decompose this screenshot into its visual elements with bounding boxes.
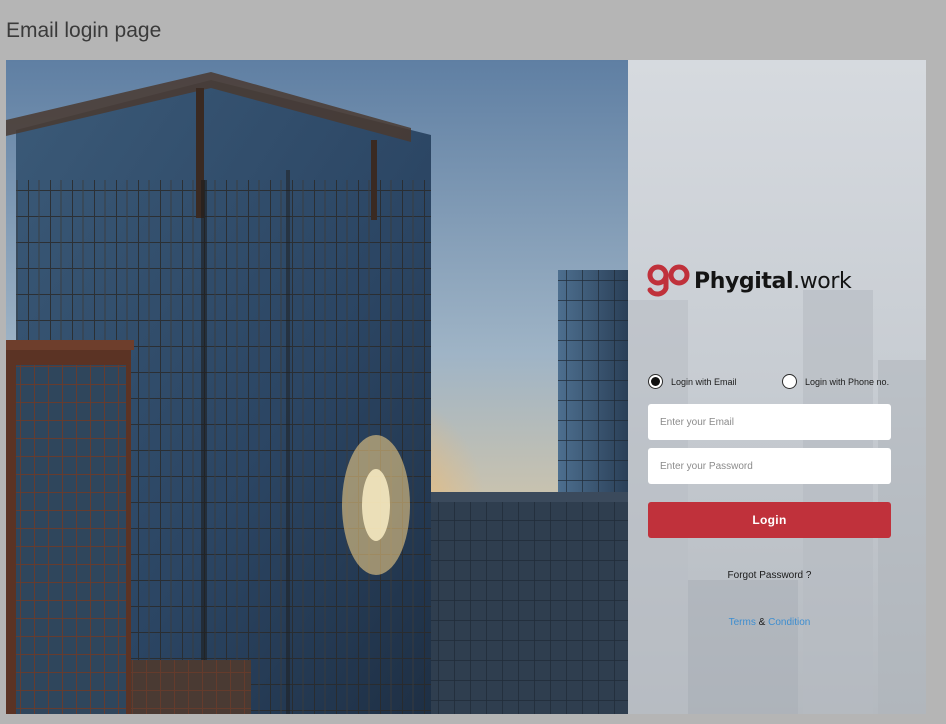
terms-link[interactable]: Terms xyxy=(729,617,756,628)
brand-name-strong: Phygital xyxy=(694,268,794,294)
radio-login-phone[interactable]: Login with Phone no. xyxy=(782,374,889,389)
forgot-password-link[interactable]: Forgot Password ? xyxy=(648,570,891,581)
hero-building-image xyxy=(6,60,628,714)
login-screen: Phygital.work Login with Email Login wit… xyxy=(6,60,926,714)
email-input[interactable] xyxy=(648,404,891,440)
radio-label-email: Login with Email xyxy=(671,376,737,387)
brand-name-light: .work xyxy=(793,268,852,294)
terms-footer: Terms & Condition xyxy=(648,617,891,628)
password-input[interactable] xyxy=(648,448,891,484)
terms-separator: & xyxy=(758,617,766,628)
login-button[interactable]: Login xyxy=(648,502,891,538)
login-mode-selector: Login with Email Login with Phone no. xyxy=(648,374,910,392)
brand-name: Phygital.work xyxy=(694,268,852,294)
radio-label-phone: Login with Phone no. xyxy=(805,376,890,387)
page-title: Email login page xyxy=(6,19,162,42)
radio-selected-icon xyxy=(648,374,663,389)
condition-link[interactable]: Condition xyxy=(768,617,810,628)
brand-logo: Phygital.work xyxy=(646,256,852,306)
login-panel: Phygital.work Login with Email Login wit… xyxy=(628,60,926,714)
radio-unselected-icon xyxy=(782,374,797,389)
radio-login-email[interactable]: Login with Email xyxy=(648,374,737,389)
go-logo-icon xyxy=(647,264,690,297)
